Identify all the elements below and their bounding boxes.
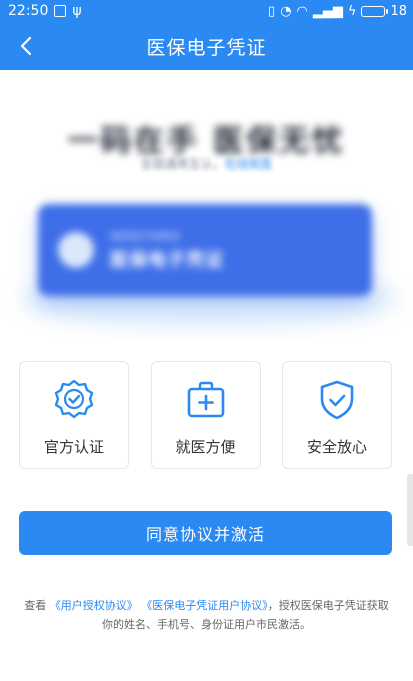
alarm-icon: ◔ [280,3,292,19]
feature-tile-official: 官方认证 [19,361,129,469]
vibrate-icon: ▯ [268,3,276,19]
agree-activate-button[interactable]: 同意协议并激活 [19,511,392,555]
medical-kit-icon [187,381,224,418]
agreement-prefix: 查看 [24,599,47,612]
battery-icon [361,5,389,17]
feature-tile-convenient: 就医方便 [150,361,261,469]
floating-side-tab[interactable] [407,474,413,546]
hero-banner: 一码在手 医保无忧 全国通用互认，在线就医 国家医疗保障局 医保电子凭证 [0,70,413,340]
sub-slogan-highlight: 在线就医 [224,157,273,171]
feature-label-official: 官方认证 [43,438,104,456]
certified-badge-icon [54,379,94,419]
status-time: 22:50 [8,3,49,19]
voucher-card-image: 国家医疗保障局 医保电子凭证 [38,204,372,296]
signal-icon: ▂▄▆ [312,3,343,19]
back-chevron-icon [20,36,32,56]
card-title: 医保电子凭证 [110,250,224,271]
feature-tile-secure: 安全放心 [282,361,392,469]
wifi-icon: ◠ [296,3,308,19]
image-icon [54,5,67,17]
feature-label-convenient: 就医方便 [175,438,236,456]
header-bar: 医保电子凭证 [0,22,413,70]
status-left: 22:50 ψ [8,3,82,19]
sub-slogan-prefix: 全国通用互认， [140,157,225,171]
hero-slogan: 一码在手 医保无忧 [67,124,346,159]
charging-icon: ϟ [347,3,357,19]
back-button[interactable] [14,34,38,58]
status-right: ▯ ◔ ◠ ▂▄▆ ϟ 18 [268,4,407,19]
user-authorization-agreement-link[interactable]: 《用户授权协议》 [50,599,138,612]
feature-label-secure: 安全放心 [306,438,367,456]
card-issuer: 国家医疗保障局 [110,232,180,243]
hero-sub-slogan: 全国通用互认，在线就医 [0,155,413,172]
battery-level: 18 [390,3,407,19]
feature-list: 官方认证 就医方便 安全放心 [19,361,392,469]
usb-icon: ψ [72,3,82,19]
page-title: 医保电子凭证 [146,36,267,59]
shield-check-icon [320,380,354,420]
agreement-text: 查看 《用户授权协议》 《医保电子凭证用户协议》，授权医保电子凭证获取你的姓名、… [20,596,393,634]
card-logo-icon [58,232,94,268]
status-bar: 22:50 ψ ▯ ◔ ◠ ▂▄▆ ϟ 18 [0,0,413,22]
voucher-user-agreement-link[interactable]: 《医保电子凭证用户协议》 [141,599,268,612]
